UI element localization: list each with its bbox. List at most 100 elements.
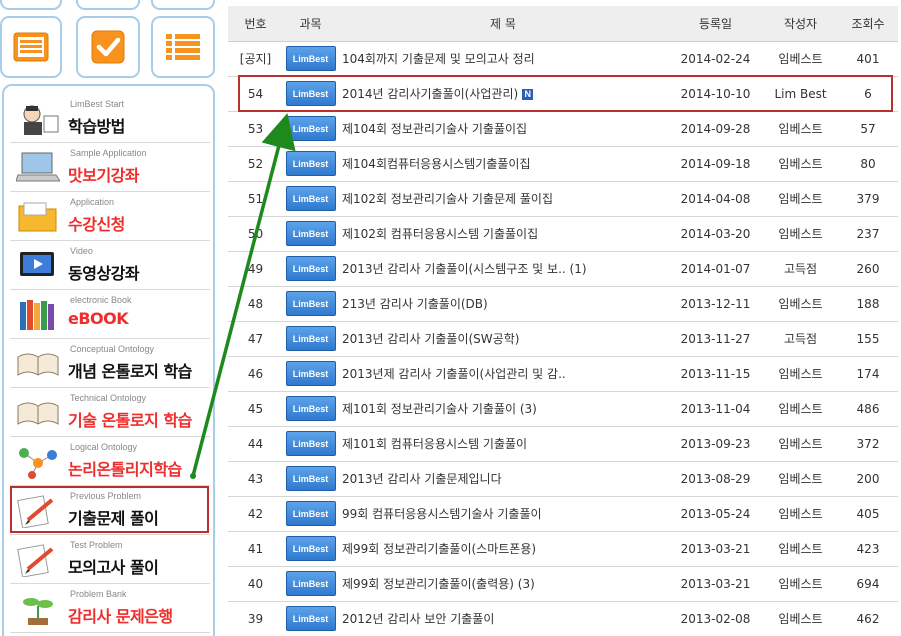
post-title-link[interactable]: 제104회컴퓨터응용시스템기출풀이집 <box>342 157 531 171</box>
limbest-badge: LimBest <box>285 466 336 491</box>
table-row[interactable]: 41 LimBest 제99회 정보관리기출풀이(스마트폰용) 2013-03-21 임… <box>228 531 898 567</box>
row-date: 2013-09-23 <box>668 426 763 462</box>
menu-item-label: eBOOK <box>68 309 129 328</box>
header-title[interactable]: 제 목 <box>338 6 668 42</box>
header-date[interactable]: 등록일 <box>668 6 763 42</box>
row-date: 2013-05-24 <box>668 496 763 532</box>
header-number[interactable]: 번호 <box>228 6 283 42</box>
menu-item-label: 맛보기강좌 <box>68 166 140 185</box>
table-header: 번호 과목 제 목 등록일 작성자 조회수 <box>228 6 898 42</box>
post-title-link[interactable]: 99회 컴퓨터응용시스템기술사 기출풀이 <box>342 507 542 521</box>
menu-item-label: 논리온톨리지학습 <box>68 460 182 479</box>
menu-item-4[interactable]: electronic Book eBOOK <box>10 290 210 339</box>
row-writer: 고득점 <box>763 251 838 287</box>
table-row[interactable]: 40 LimBest 제99회 정보관리기출풀이(출력용) (3) 2013-03-2… <box>228 566 898 602</box>
post-title-link[interactable]: 제101회 컴퓨터응용시스템 기출풀이 <box>342 437 527 451</box>
table-row[interactable]: 51 LimBest 제102회 정보관리기술사 기출문제 풀이집 2014-04-0… <box>228 181 898 217</box>
limbest-badge: LimBest <box>285 396 336 421</box>
table-row[interactable]: 53 LimBest 제104회 정보관리기술사 기출풀이집 2014-09-28 임베… <box>228 111 898 147</box>
bullet-list-icon <box>166 34 200 60</box>
post-title-link[interactable]: 2013년제 감리사 기출풀이(사업관리 및 감.. <box>342 367 566 381</box>
row-date: 2013-03-21 <box>668 566 763 602</box>
post-title-link[interactable]: 2013년 감리사 기출풀이(SW공학) <box>342 332 519 346</box>
limbest-badge: LimBest <box>285 536 336 561</box>
post-title-link[interactable]: 제104회 정보관리기술사 기출풀이집 <box>342 122 527 136</box>
row-views: 155 <box>838 321 898 357</box>
row-date: 2014-09-18 <box>668 146 763 182</box>
menu-item-subtitle: Application <box>70 197 115 207</box>
bullet-list-button[interactable] <box>151 16 215 78</box>
table-row[interactable]: 52 LimBest 제104회컴퓨터응용시스템기출풀이집 2014-09-18 임베스… <box>228 146 898 182</box>
menu-item-2[interactable]: Application 수강신청 <box>10 192 210 241</box>
post-title-link[interactable]: 2012년 감리사 보안 기출풀이 <box>342 612 494 626</box>
menu-item-5[interactable]: Conceptual Ontology 개념 온톨로지 학습 <box>10 339 210 388</box>
row-date: 2013-08-29 <box>668 461 763 497</box>
quick-icons <box>0 0 216 82</box>
menu-item-1[interactable]: Sample Application 맛보기강좌 <box>10 143 210 192</box>
post-title-link[interactable]: 2013년 감리사 기출풀이(시스템구조 및 보.. (1) <box>342 262 587 276</box>
menu-item-label: 기술 온톨로지 학습 <box>68 411 192 430</box>
menu-item-10[interactable]: Problem Bank 감리사 문제은행 <box>10 584 210 633</box>
list-button[interactable] <box>0 16 62 78</box>
row-writer: 임베스트 <box>763 601 838 636</box>
row-title-cell: 제101회 컴퓨터응용시스템 기출풀이 <box>338 426 668 462</box>
row-subject: LimBest <box>283 461 338 497</box>
post-title-link[interactable]: 2014년 감리사기출풀이(사업관리) <box>342 87 518 101</box>
menu-item-subtitle: LimBest Start <box>70 99 125 109</box>
row-number: 45 <box>228 391 283 427</box>
row-number: 42 <box>228 496 283 532</box>
table-row[interactable]: 39 LimBest 2012년 감리사 보안 기출풀이 2013-02-08 임베스트… <box>228 601 898 636</box>
row-subject: LimBest <box>283 496 338 532</box>
row-subject: LimBest <box>283 321 338 357</box>
menu-item-7[interactable]: Logical Ontology 논리온톨리지학습 <box>10 437 210 486</box>
row-writer: 고득점 <box>763 321 838 357</box>
row-writer: 임베스트 <box>763 181 838 217</box>
table-row[interactable]: 50 LimBest 제102회 컴퓨터응용시스템 기출풀이집 2014-03-20 임… <box>228 216 898 252</box>
table-row[interactable]: 46 LimBest 2013년제 감리사 기출풀이(사업관리 및 감.. 2013-… <box>228 356 898 392</box>
row-writer: 임베스트 <box>763 216 838 252</box>
row-views: 200 <box>838 461 898 497</box>
post-title-link[interactable]: 제102회 컴퓨터응용시스템 기출풀이집 <box>342 227 538 241</box>
menu-item-subtitle: Sample Application <box>70 148 147 158</box>
menu-item-3[interactable]: Video 동영상강좌 <box>10 241 210 290</box>
post-title-link[interactable]: 2013년 감리사 기출문제입니다 <box>342 472 502 486</box>
menu-item-9[interactable]: Test Problem 모의고사 풀이 <box>10 535 210 584</box>
row-date: 2013-11-04 <box>668 391 763 427</box>
row-title-cell: 2013년 감리사 기출문제입니다 <box>338 461 668 497</box>
post-title-link[interactable]: 213년 감리사 기출풀이(DB) <box>342 297 488 311</box>
header-views[interactable]: 조회수 <box>838 6 898 42</box>
selected-menu-highlight <box>10 486 209 533</box>
limbest-badge: LimBest <box>285 256 336 281</box>
post-title-link[interactable]: 104회까지 기출문제 및 모의고사 정리 <box>342 52 535 66</box>
post-title-link[interactable]: 제99회 정보관리기출풀이(스마트폰용) <box>342 542 536 556</box>
row-date: 2014-01-07 <box>668 251 763 287</box>
table-row[interactable]: 42 LimBest 99회 컴퓨터응용시스템기술사 기출풀이 2013-05-24 임… <box>228 496 898 532</box>
table-row[interactable]: 54 LimBest 2014년 감리사기출풀이(사업관리) N 2014-10-10 L… <box>228 76 898 112</box>
post-title-link[interactable]: 제99회 정보관리기출풀이(출력용) (3) <box>342 577 535 591</box>
header-subject[interactable]: 과목 <box>283 6 338 42</box>
row-title-cell: 제101회 정보관리기술사 기출풀이 (3) <box>338 391 668 427</box>
table-row[interactable]: 47 LimBest 2013년 감리사 기출풀이(SW공학) 2013-11-27 고… <box>228 321 898 357</box>
row-views: 694 <box>838 566 898 602</box>
row-views: 260 <box>838 251 898 287</box>
table-row[interactable]: 48 LimBest 213년 감리사 기출풀이(DB) 2013-12-11 임베스트… <box>228 286 898 322</box>
row-number: 48 <box>228 286 283 322</box>
table-row[interactable]: 43 LimBest 2013년 감리사 기출문제입니다 2013-08-29 임베스트… <box>228 461 898 497</box>
table-row[interactable]: [공지] LimBest 104회까지 기출문제 및 모의고사 정리 2014-02-… <box>228 41 898 77</box>
table-row[interactable]: 44 LimBest 제101회 컴퓨터응용시스템 기출풀이 2013-09-23 임베… <box>228 426 898 462</box>
menu-item-0[interactable]: LimBest Start 학습방법 <box>10 94 210 143</box>
menu-item-label: 개념 온톨로지 학습 <box>68 362 192 381</box>
row-subject: LimBest <box>283 391 338 427</box>
open-book-icon <box>16 396 60 430</box>
table-row[interactable]: 49 LimBest 2013년 감리사 기출풀이(시스템구조 및 보.. (1) 2… <box>228 251 898 287</box>
limbest-badge: LimBest <box>285 361 336 386</box>
table-row[interactable]: 45 LimBest 제101회 정보관리기술사 기출풀이 (3) 2013-11-0… <box>228 391 898 427</box>
post-title-link[interactable]: 제102회 정보관리기술사 기출문제 풀이집 <box>342 192 553 206</box>
post-title-link[interactable]: 제101회 정보관리기술사 기출풀이 (3) <box>342 402 537 416</box>
menu-item-6[interactable]: Technical Ontology 기술 온톨로지 학습 <box>10 388 210 437</box>
row-views: 462 <box>838 601 898 636</box>
header-writer[interactable]: 작성자 <box>763 6 838 42</box>
tile-stub <box>76 0 140 10</box>
row-number: 51 <box>228 181 283 217</box>
check-button[interactable] <box>76 16 140 78</box>
